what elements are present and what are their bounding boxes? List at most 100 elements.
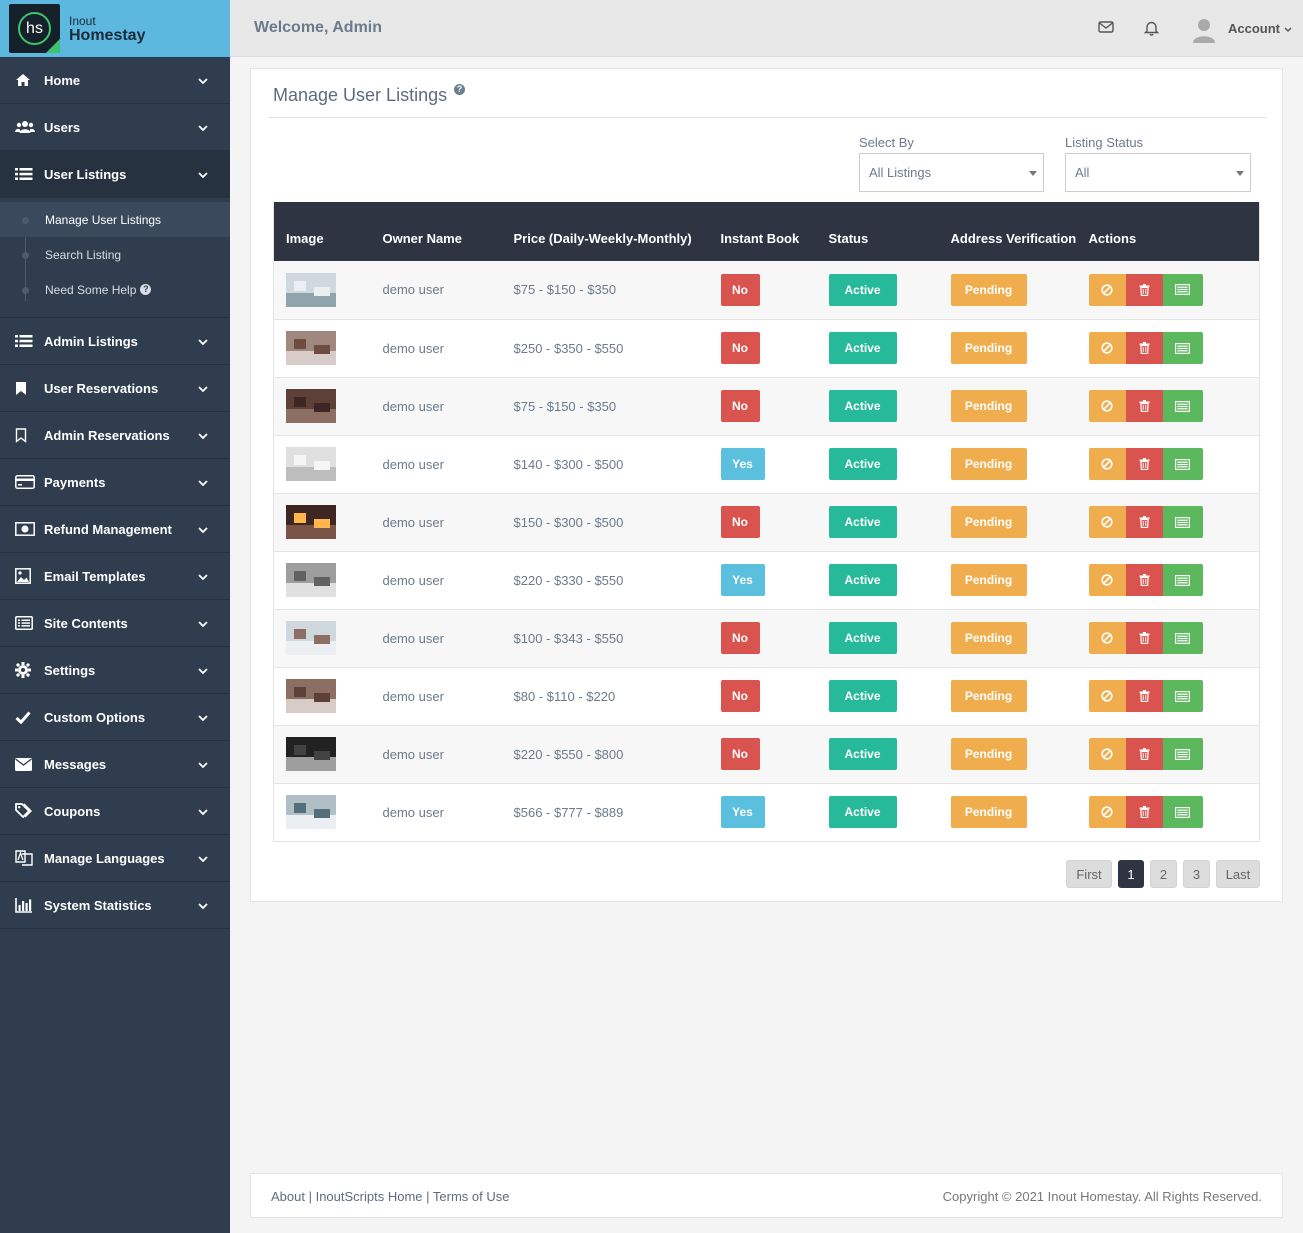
details-button[interactable] <box>1162 332 1203 364</box>
delete-button[interactable] <box>1125 564 1163 596</box>
instant-book-badge[interactable]: No <box>720 332 760 364</box>
page-1-button[interactable]: 1 <box>1118 860 1144 888</box>
block-button[interactable] <box>1088 506 1126 538</box>
avatar[interactable] <box>1192 17 1216 43</box>
bell-icon[interactable] <box>1143 20 1160 41</box>
account-menu[interactable]: Account <box>1228 21 1292 36</box>
sidebar-item-home[interactable]: Home <box>0 57 230 104</box>
verification-badge[interactable]: Pending <box>950 506 1027 538</box>
details-button[interactable] <box>1162 564 1203 596</box>
delete-button[interactable] <box>1125 390 1163 422</box>
page-3-button[interactable]: 3 <box>1183 860 1210 888</box>
sidebar-item-user-reservations[interactable]: User Reservations <box>0 365 230 412</box>
verification-badge[interactable]: Pending <box>950 564 1027 596</box>
delete-button[interactable] <box>1125 506 1163 538</box>
status-badge[interactable]: Active <box>828 273 897 306</box>
block-button[interactable] <box>1088 448 1126 480</box>
status-badge[interactable]: Active <box>828 738 897 770</box>
listing-thumbnail[interactable] <box>286 737 336 771</box>
submenu-item-need-some-help[interactable]: Need Some Help? <box>0 272 230 307</box>
about-link[interactable]: About <box>271 1189 305 1204</box>
verification-badge[interactable]: Pending <box>950 390 1027 422</box>
verification-badge[interactable]: Pending <box>950 622 1027 654</box>
envelope-icon[interactable] <box>1098 20 1114 39</box>
sidebar-item-admin-listings[interactable]: Admin Listings <box>0 318 230 365</box>
details-button[interactable] <box>1162 622 1203 654</box>
block-button[interactable] <box>1088 390 1126 422</box>
instant-book-badge[interactable]: No <box>720 390 760 422</box>
status-badge[interactable]: Active <box>828 622 897 654</box>
verification-badge[interactable]: Pending <box>950 332 1027 364</box>
verification-badge[interactable]: Pending <box>950 738 1027 770</box>
sidebar-item-user-listings[interactable]: User Listings <box>0 151 230 198</box>
page-first-button[interactable]: First <box>1066 860 1112 888</box>
listing-thumbnail[interactable] <box>286 563 336 597</box>
instant-book-badge[interactable]: No <box>720 680 760 712</box>
block-button[interactable] <box>1088 564 1126 596</box>
status-badge[interactable]: Active <box>828 390 897 422</box>
delete-button[interactable] <box>1125 448 1163 480</box>
delete-button[interactable] <box>1125 273 1163 306</box>
delete-button[interactable] <box>1125 680 1163 712</box>
sidebar-item-messages[interactable]: Messages <box>0 741 230 788</box>
listing-thumbnail[interactable] <box>286 795 336 829</box>
logo[interactable]: hs <box>9 4 60 53</box>
submenu-item-manage-user-listings[interactable]: Manage User Listings <box>0 202 230 237</box>
delete-button[interactable] <box>1125 796 1163 828</box>
block-button[interactable] <box>1088 796 1126 828</box>
delete-button[interactable] <box>1125 622 1163 654</box>
block-button[interactable] <box>1088 622 1126 654</box>
details-button[interactable] <box>1162 738 1203 770</box>
listing-thumbnail[interactable] <box>286 389 336 423</box>
sidebar-item-system-statistics[interactable]: System Statistics <box>0 882 230 929</box>
sidebar-item-refund-management[interactable]: Refund Management <box>0 506 230 553</box>
details-button[interactable] <box>1162 273 1203 306</box>
listing-thumbnail[interactable] <box>286 505 336 539</box>
sidebar-item-coupons[interactable]: Coupons <box>0 788 230 835</box>
sidebar-item-site-contents[interactable]: Site Contents <box>0 600 230 647</box>
listing-thumbnail[interactable] <box>286 621 336 655</box>
listing-status-dropdown[interactable]: All <box>1065 153 1251 192</box>
terms-link[interactable]: Terms of Use <box>433 1189 510 1204</box>
listing-thumbnail[interactable] <box>286 272 336 307</box>
sidebar-item-manage-languages[interactable]: Manage Languages <box>0 835 230 882</box>
sidebar-item-users[interactable]: Users <box>0 104 230 151</box>
details-button[interactable] <box>1162 448 1203 480</box>
block-button[interactable] <box>1088 738 1126 770</box>
status-badge[interactable]: Active <box>828 680 897 712</box>
instant-book-badge[interactable]: No <box>720 622 760 654</box>
verification-badge[interactable]: Pending <box>950 273 1027 306</box>
block-button[interactable] <box>1088 332 1126 364</box>
select-by-dropdown[interactable]: All Listings <box>859 153 1044 192</box>
page-2-button[interactable]: 2 <box>1150 860 1177 888</box>
delete-button[interactable] <box>1125 738 1163 770</box>
sidebar-item-admin-reservations[interactable]: Admin Reservations <box>0 412 230 459</box>
details-button[interactable] <box>1162 506 1203 538</box>
help-icon[interactable]: ? <box>454 84 465 95</box>
status-badge[interactable]: Active <box>828 448 897 480</box>
status-badge[interactable]: Active <box>828 564 897 596</box>
instant-book-badge[interactable]: No <box>720 738 760 770</box>
instant-book-badge[interactable]: Yes <box>720 796 765 828</box>
details-button[interactable] <box>1162 390 1203 422</box>
block-button[interactable] <box>1088 273 1126 306</box>
block-button[interactable] <box>1088 680 1126 712</box>
page-last-button[interactable]: Last <box>1216 860 1260 888</box>
inoutscripts-home-link[interactable]: InoutScripts Home <box>316 1189 423 1204</box>
instant-book-badge[interactable]: Yes <box>720 564 765 596</box>
sidebar-item-payments[interactable]: Payments <box>0 459 230 506</box>
instant-book-badge[interactable]: Yes <box>720 448 765 480</box>
sidebar-item-settings[interactable]: Settings <box>0 647 230 694</box>
verification-badge[interactable]: Pending <box>950 680 1027 712</box>
details-button[interactable] <box>1162 680 1203 712</box>
instant-book-badge[interactable]: No <box>720 273 760 306</box>
listing-thumbnail[interactable] <box>286 679 336 713</box>
sidebar-item-email-templates[interactable]: Email Templates <box>0 553 230 600</box>
sidebar-item-custom-options[interactable]: Custom Options <box>0 694 230 741</box>
listing-thumbnail[interactable] <box>286 331 336 365</box>
status-badge[interactable]: Active <box>828 332 897 364</box>
details-button[interactable] <box>1162 796 1203 828</box>
verification-badge[interactable]: Pending <box>950 796 1027 828</box>
listing-thumbnail[interactable] <box>286 447 336 481</box>
status-badge[interactable]: Active <box>828 796 897 828</box>
